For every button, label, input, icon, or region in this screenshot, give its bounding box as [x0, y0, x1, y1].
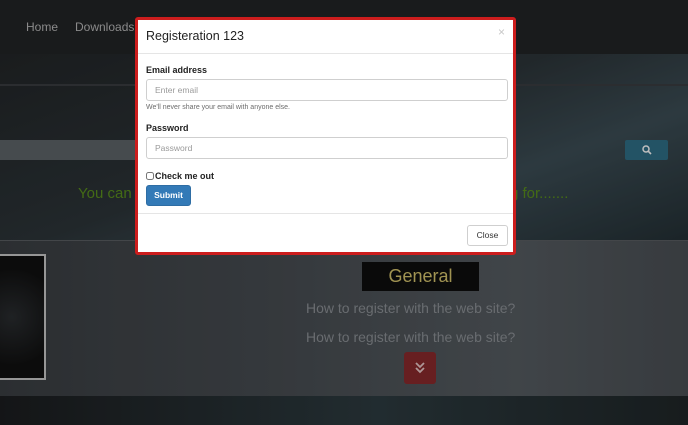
remember-checkbox-row: Check me out	[146, 171, 214, 181]
modal-header: Registeration 123 ×	[138, 20, 513, 54]
modal-footer-divider	[138, 213, 513, 214]
submit-button[interactable]: Submit	[146, 185, 191, 206]
check-me-out-checkbox[interactable]	[146, 172, 154, 180]
close-icon[interactable]: ×	[498, 25, 505, 39]
modal-title: Registeration 123	[146, 29, 244, 43]
email-help-text: We'll never share your email with anyone…	[146, 104, 290, 111]
close-button[interactable]: Close	[467, 225, 508, 246]
password-field[interactable]	[146, 137, 508, 159]
email-label: Email address	[146, 65, 208, 75]
password-label: Password	[146, 123, 189, 133]
email-field[interactable]	[146, 79, 508, 101]
registration-modal: Registeration 123 × Email address We'll …	[135, 17, 516, 255]
check-me-out-label[interactable]: Check me out	[155, 171, 214, 181]
